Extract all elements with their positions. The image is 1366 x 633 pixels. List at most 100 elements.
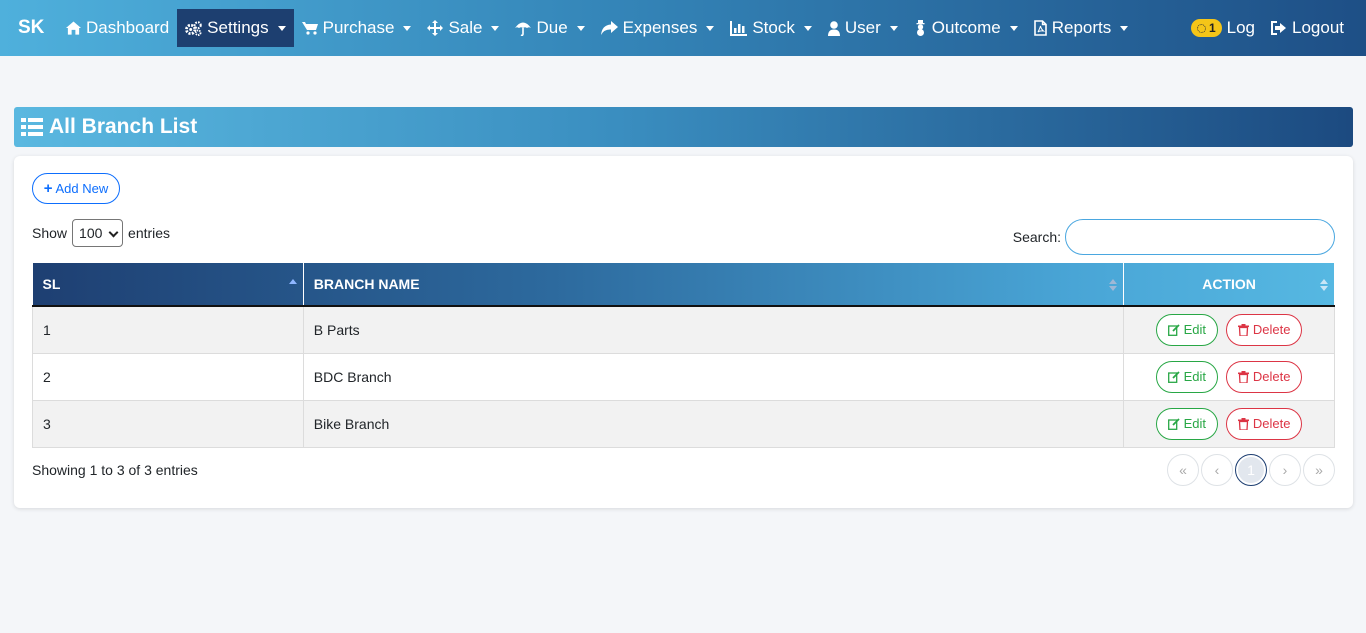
trash-icon bbox=[1237, 417, 1249, 430]
nav-due[interactable]: Due bbox=[507, 9, 592, 47]
nav-user-label: User bbox=[844, 18, 881, 37]
table-header-row: SL BRANCH NAME ACTION bbox=[32, 263, 1335, 307]
delete-button[interactable]: Delete bbox=[1225, 407, 1303, 440]
nav-dashboard[interactable]: Dashboard bbox=[58, 9, 177, 47]
search-label: Search: bbox=[1012, 229, 1061, 245]
snowman-icon bbox=[916, 20, 925, 36]
column-header-label: ACTION bbox=[1202, 276, 1256, 292]
cell-actions: Edit Delete bbox=[1123, 353, 1335, 401]
share-arrow-icon bbox=[600, 21, 618, 35]
trash-icon bbox=[1237, 323, 1249, 336]
nav-logout[interactable]: Logout bbox=[1263, 9, 1352, 47]
add-new-label: Add New bbox=[55, 181, 109, 196]
home-icon bbox=[66, 21, 81, 35]
nav-log[interactable]: 1 Log bbox=[1183, 9, 1263, 47]
nav-settings[interactable]: Settings bbox=[177, 9, 294, 47]
delete-label: Delete bbox=[1252, 369, 1291, 384]
table-row: 2 BDC Branch Edit Delete bbox=[32, 353, 1335, 401]
nav-logout-label: Logout bbox=[1292, 18, 1344, 37]
edit-icon bbox=[1167, 324, 1180, 336]
delete-label: Delete bbox=[1252, 322, 1291, 338]
arrows-move-icon bbox=[427, 20, 444, 36]
nav-reports-label: Reports bbox=[1051, 18, 1112, 37]
sort-icon bbox=[1320, 279, 1328, 291]
column-header-branch-name[interactable]: BRANCH NAME bbox=[303, 263, 1125, 307]
chevron-down-icon bbox=[1009, 25, 1018, 31]
nav-sale-label: Sale bbox=[448, 18, 483, 37]
nav-expenses[interactable]: Expenses bbox=[593, 9, 723, 47]
cell-actions: Edit Delete bbox=[1123, 306, 1335, 354]
nav-outcome[interactable]: Outcome bbox=[906, 9, 1026, 47]
chevron-down-icon bbox=[108, 227, 119, 238]
edit-button[interactable]: Edit bbox=[1155, 360, 1219, 393]
branch-list-card: + Add New Show 100 entries Search: SL BR… bbox=[14, 156, 1353, 508]
edit-label: Edit bbox=[1183, 416, 1207, 431]
pagination-next[interactable]: › bbox=[1269, 454, 1301, 486]
cell-branch-name: Bike Branch bbox=[302, 400, 1125, 448]
chevron-down-icon bbox=[277, 25, 286, 31]
cell-sl: 3 bbox=[32, 400, 304, 448]
cell-actions: Edit Delete bbox=[1123, 400, 1335, 448]
pagination: « ‹ 1 › » bbox=[1165, 454, 1335, 486]
nav-log-label: Log bbox=[1226, 18, 1255, 37]
chevron-down-icon bbox=[403, 25, 412, 31]
badge-count: 1 bbox=[1208, 21, 1216, 35]
notification-badge: 1 bbox=[1190, 19, 1222, 37]
plus-icon: + bbox=[43, 180, 53, 197]
cell-branch-name: BDC Branch bbox=[302, 353, 1125, 401]
list-icon bbox=[21, 118, 43, 136]
column-header-label: SL bbox=[42, 276, 61, 292]
nav-stock[interactable]: Stock bbox=[722, 9, 820, 47]
chevron-down-icon bbox=[576, 25, 585, 31]
edit-label: Edit bbox=[1183, 322, 1207, 338]
search-input[interactable] bbox=[1065, 219, 1335, 255]
table-info: Showing 1 to 3 of 3 entries bbox=[32, 462, 198, 478]
nav-purchase[interactable]: Purchase bbox=[294, 9, 420, 47]
branch-table: SL BRANCH NAME ACTION 1 B Parts Edit Del… bbox=[32, 263, 1335, 448]
pagination-first[interactable]: « bbox=[1167, 454, 1199, 486]
column-header-action[interactable]: ACTION bbox=[1123, 263, 1335, 307]
edit-button[interactable]: Edit bbox=[1155, 407, 1219, 440]
brand-logo[interactable]: SK bbox=[0, 17, 58, 39]
pdf-file-icon bbox=[1033, 20, 1047, 36]
column-header-sl[interactable]: SL bbox=[32, 263, 304, 307]
add-new-button[interactable]: + Add New bbox=[32, 173, 120, 204]
page-length-value: 100 bbox=[79, 225, 103, 241]
logout-icon bbox=[1271, 21, 1286, 35]
edit-icon bbox=[1167, 370, 1180, 383]
gears-icon bbox=[185, 20, 202, 36]
trash-icon bbox=[1237, 370, 1249, 383]
page-title: All Branch List bbox=[49, 115, 198, 138]
delete-button[interactable]: Delete bbox=[1225, 313, 1303, 346]
nav-sale[interactable]: Sale bbox=[419, 9, 507, 47]
nav-expenses-label: Expenses bbox=[622, 18, 698, 37]
chevron-down-icon bbox=[1120, 25, 1129, 31]
page-length-control: Show 100 entries bbox=[32, 219, 170, 247]
top-navbar: SK Dashboard Settings Purchase Sale Due … bbox=[0, 0, 1366, 56]
chevron-down-icon bbox=[803, 25, 812, 31]
chevron-down-icon bbox=[491, 25, 500, 31]
nav-user[interactable]: User bbox=[820, 9, 906, 47]
search-control: Search: bbox=[1013, 219, 1335, 255]
page-length-select[interactable]: 100 bbox=[72, 219, 124, 247]
cart-icon bbox=[301, 22, 318, 35]
nav-reports[interactable]: Reports bbox=[1026, 9, 1137, 47]
nav-right-group: 1 Log Logout bbox=[1183, 9, 1366, 47]
delete-label: Delete bbox=[1252, 416, 1291, 431]
pagination-page-1[interactable]: 1 bbox=[1235, 454, 1267, 486]
page-header: All Branch List bbox=[14, 107, 1353, 147]
sort-icon bbox=[1109, 279, 1118, 291]
entries-label: entries bbox=[128, 225, 171, 241]
nav-due-label: Due bbox=[536, 18, 568, 37]
delete-button[interactable]: Delete bbox=[1225, 360, 1303, 393]
table-row: 1 B Parts Edit Delete bbox=[32, 306, 1335, 354]
bar-chart-icon bbox=[730, 20, 748, 36]
nav-dashboard-label: Dashboard bbox=[86, 18, 170, 37]
pagination-previous[interactable]: ‹ bbox=[1201, 454, 1233, 486]
spinner-icon bbox=[1196, 23, 1206, 33]
edit-button[interactable]: Edit bbox=[1155, 313, 1219, 346]
pagination-last[interactable]: » bbox=[1303, 454, 1335, 486]
cell-sl: 2 bbox=[32, 353, 304, 401]
chevron-down-icon bbox=[706, 25, 715, 31]
cell-sl: 1 bbox=[32, 306, 304, 354]
